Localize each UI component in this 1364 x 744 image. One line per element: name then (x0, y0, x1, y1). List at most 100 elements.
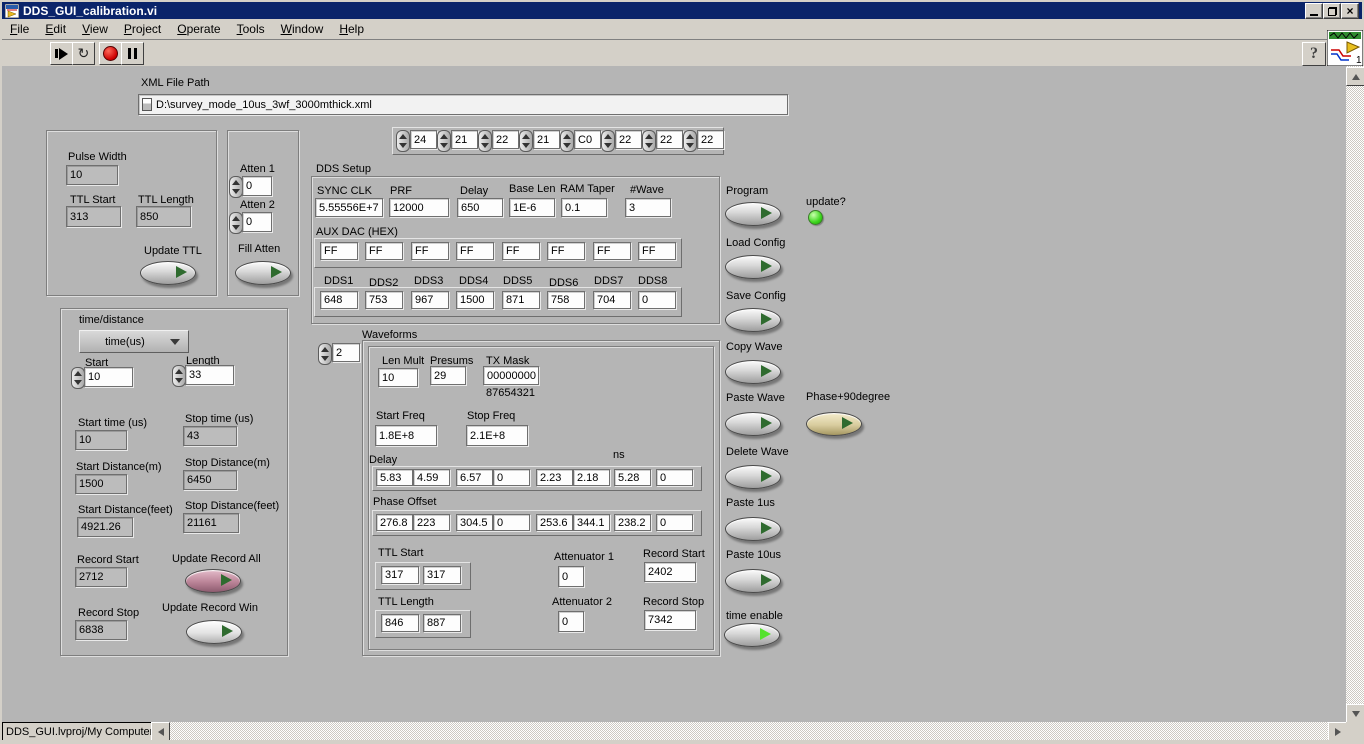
sync-clk-field[interactable]: 5.55556E+7 (315, 198, 383, 217)
dds5-field[interactable]: 871 (502, 291, 540, 309)
menu-operate[interactable]: Operate (169, 20, 228, 38)
wave-delay-field-1[interactable]: 4.59 (413, 469, 450, 486)
attenuator1-field[interactable]: 0 (558, 566, 584, 587)
menu-help[interactable]: Help (331, 20, 372, 38)
hex-stepper-4[interactable] (560, 130, 574, 152)
run-continuous-button[interactable]: ↻ (72, 42, 95, 65)
ram-taper-field[interactable]: 0.1 (561, 198, 607, 217)
paste-1us-button[interactable] (725, 517, 781, 541)
aux-dac-field-1[interactable]: FF (365, 242, 403, 260)
minimize-button[interactable] (1305, 3, 1323, 19)
delay-field[interactable]: 650 (457, 198, 503, 217)
vertical-scrollbar[interactable] (1346, 66, 1364, 722)
start-stepper[interactable] (71, 367, 85, 389)
wave-ttl-start-field-1[interactable]: 317 (423, 566, 461, 584)
phase-offset-field-3[interactable]: 0 (493, 514, 530, 531)
delete-wave-button[interactable] (725, 465, 781, 489)
hex-stepper-3[interactable] (519, 130, 533, 152)
num-wave-field[interactable]: 3 (625, 198, 671, 217)
hex-field-2[interactable]: 22 (492, 130, 519, 149)
prf-field[interactable]: 12000 (389, 198, 449, 217)
base-len-field[interactable]: 1E-6 (509, 198, 555, 217)
update-ttl-button[interactable] (140, 261, 196, 285)
wave-delay-field-5[interactable]: 2.18 (573, 469, 610, 486)
hex-field-1[interactable]: 21 (451, 130, 478, 149)
phase-offset-field-2[interactable]: 304.5 (456, 514, 493, 531)
dds4-field[interactable]: 1500 (456, 291, 494, 309)
atten1-stepper[interactable] (229, 176, 243, 198)
menu-tools[interactable]: Tools (229, 20, 273, 38)
phase-offset-field-5[interactable]: 344.1 (573, 514, 610, 531)
scroll-down-button[interactable] (1346, 704, 1364, 723)
copy-wave-button[interactable] (725, 360, 781, 384)
menu-project[interactable]: Project (116, 20, 169, 38)
wave-delay-field-0[interactable]: 5.83 (376, 469, 413, 486)
waveform-index-stepper[interactable] (318, 343, 332, 365)
attenuator2-field[interactable]: 0 (558, 611, 584, 632)
hex-stepper-2[interactable] (478, 130, 492, 152)
hex-field-4[interactable]: C0 (574, 130, 601, 149)
hex-field-7[interactable]: 22 (697, 130, 724, 149)
horizontal-scrollbar[interactable] (2, 722, 1346, 740)
paste-wave-button[interactable] (725, 412, 781, 436)
wave-ttl-length-field-0[interactable]: 846 (381, 614, 419, 632)
wave-delay-field-3[interactable]: 0 (493, 469, 530, 486)
run-button[interactable] (50, 42, 73, 65)
time-enable-button[interactable] (724, 623, 780, 647)
scroll-right-button[interactable] (1328, 722, 1347, 741)
length-stepper[interactable] (172, 365, 186, 387)
stop-freq-field[interactable]: 2.1E+8 (466, 425, 528, 446)
load-config-button[interactable] (725, 255, 781, 279)
presums-field[interactable]: 29 (430, 366, 466, 385)
hex-stepper-5[interactable] (601, 130, 615, 152)
fill-atten-button[interactable] (235, 261, 291, 285)
abort-button[interactable] (99, 42, 122, 65)
menu-window[interactable]: Window (273, 20, 332, 38)
start-freq-field[interactable]: 1.8E+8 (375, 425, 437, 446)
aux-dac-field-3[interactable]: FF (456, 242, 494, 260)
hex-field-3[interactable]: 21 (533, 130, 560, 149)
aux-dac-field-2[interactable]: FF (411, 242, 449, 260)
paste-10us-button[interactable] (725, 569, 781, 593)
aux-dac-field-5[interactable]: FF (547, 242, 585, 260)
menu-edit[interactable]: Edit (37, 20, 74, 38)
aux-dac-field-4[interactable]: FF (502, 242, 540, 260)
wave-delay-field-7[interactable]: 0 (656, 469, 693, 486)
wave-record-start-field[interactable]: 2402 (644, 562, 696, 582)
atten2-stepper[interactable] (229, 212, 243, 234)
hex-stepper-6[interactable] (642, 130, 656, 152)
hex-stepper-1[interactable] (437, 130, 451, 152)
restore-button[interactable] (1323, 3, 1341, 19)
project-tab[interactable]: DDS_GUI.lvproj/My Computer (2, 722, 153, 741)
menu-file[interactable]: File (2, 20, 37, 38)
wave-ttl-start-field-0[interactable]: 317 (381, 566, 419, 584)
hex-field-5[interactable]: 22 (615, 130, 642, 149)
wave-delay-field-6[interactable]: 5.28 (614, 469, 651, 486)
phase-offset-field-4[interactable]: 253.6 (536, 514, 573, 531)
tx-mask-field[interactable]: 00000000 (483, 366, 539, 385)
close-button[interactable]: × (1341, 3, 1359, 19)
pause-button[interactable] (121, 42, 144, 65)
time-distance-select[interactable]: time(us) (79, 330, 189, 353)
len-mult-field[interactable]: 10 (378, 368, 418, 387)
hex-stepper-0[interactable] (396, 130, 410, 152)
dds2-field[interactable]: 753 (365, 291, 403, 309)
length-field[interactable]: 33 (185, 365, 234, 385)
dds7-field[interactable]: 704 (593, 291, 631, 309)
wave-record-stop-field[interactable]: 7342 (644, 610, 696, 630)
save-config-button[interactable] (725, 308, 781, 332)
menu-view[interactable]: View (74, 20, 116, 38)
wave-ttl-length-field-1[interactable]: 887 (423, 614, 461, 632)
vi-icon[interactable]: 1 (1327, 30, 1363, 66)
phase90-button[interactable] (806, 412, 862, 436)
dds8-field[interactable]: 0 (638, 291, 676, 309)
update-record-win-button[interactable] (186, 620, 242, 644)
dds1-field[interactable]: 648 (320, 291, 358, 309)
wave-delay-field-4[interactable]: 2.23 (536, 469, 573, 486)
hex-field-6[interactable]: 22 (656, 130, 683, 149)
atten2-field[interactable]: 0 (242, 212, 272, 232)
atten1-field[interactable]: 0 (242, 176, 272, 196)
hex-stepper-7[interactable] (683, 130, 697, 152)
phase-offset-field-0[interactable]: 276.8 (376, 514, 413, 531)
aux-dac-field-0[interactable]: FF (320, 242, 358, 260)
